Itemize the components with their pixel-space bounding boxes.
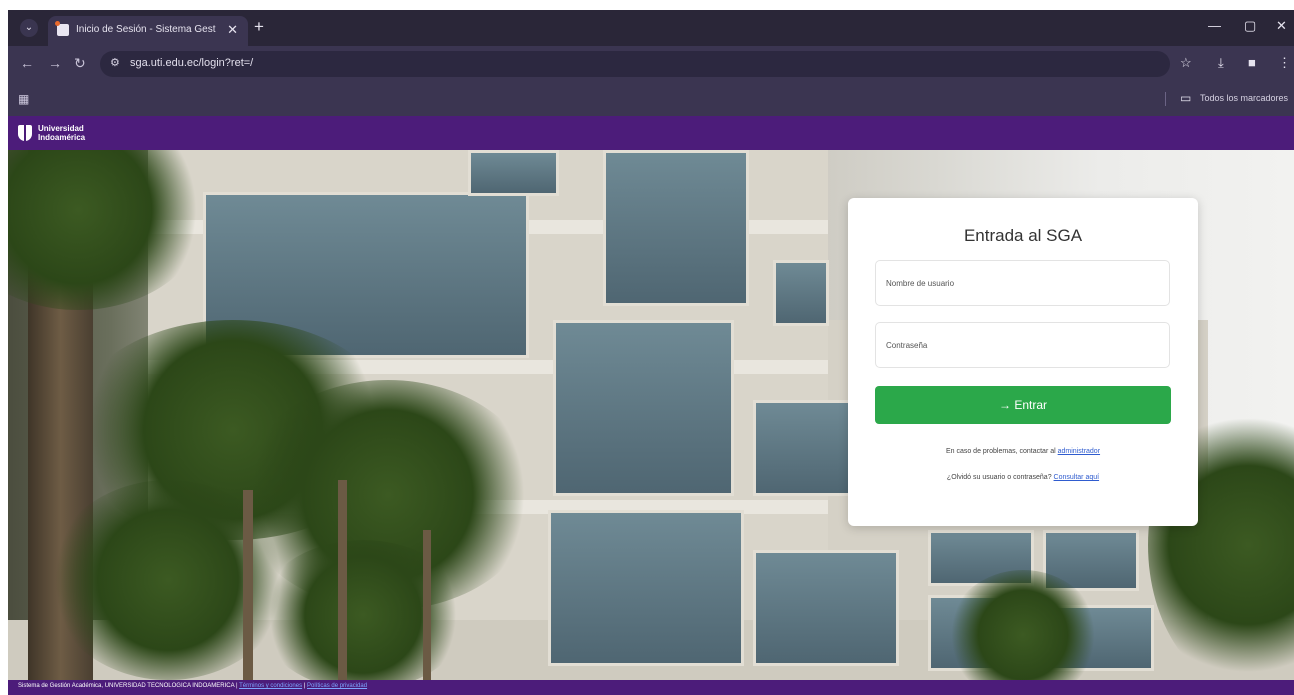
bookmarks-divider [1165, 92, 1166, 106]
consult-here-link[interactable]: Consultar aquí [1054, 474, 1100, 481]
url-text: sga.uti.edu.ec/login?ret=/ [130, 57, 254, 69]
bookmark-star-icon[interactable]: ☆ [1180, 55, 1192, 71]
apps-grid-icon[interactable]: ▦ [18, 92, 29, 106]
restore-icon[interactable]: ▢ [1244, 18, 1256, 34]
tab-close-icon[interactable]: ✕ [227, 22, 238, 38]
all-bookmarks-link[interactable]: Todos los marcadores [1200, 93, 1288, 103]
web-page: Universidad Indoamérica Entrada al SGA N… [8, 116, 1294, 695]
problems-help-line: En caso de problemas, contactar al admin… [848, 448, 1198, 455]
footer-separator: | [303, 683, 306, 689]
university-logo-icon[interactable] [18, 125, 32, 141]
forgot-help-line: ¿Olvidó su usuario o contraseña? Consult… [848, 474, 1198, 481]
administrator-link[interactable]: administrador [1058, 448, 1100, 455]
tab-active[interactable]: Inicio de Sesión - Sistema Gest ✕ [48, 16, 248, 46]
tab-favicon-icon [55, 21, 69, 36]
folder-icon[interactable]: ▭ [1180, 91, 1191, 105]
password-input[interactable] [875, 322, 1170, 368]
university-logo-text[interactable]: Universidad Indoamérica [38, 124, 85, 142]
building-window [753, 550, 899, 666]
login-card: Entrada al SGA → Entrar En caso de probl… [848, 198, 1198, 526]
building-window [603, 150, 749, 306]
browser-toolbar: ← → ↻ ⚙ sga.uti.edu.ec/login?ret=/ ☆ ⤓ ■… [8, 46, 1294, 82]
palm-trunk [338, 480, 347, 680]
minimize-icon[interactable]: — [1208, 18, 1221, 33]
menu-dots-icon[interactable]: ⋮ [1278, 55, 1291, 71]
username-input[interactable] [875, 260, 1170, 306]
footer-copyright: Sistema de Gestión Académica, UNIVERSIDA… [18, 683, 238, 689]
shrub-foliage [258, 540, 468, 680]
tab-title: Inicio de Sesión - Sistema Gest [76, 24, 216, 35]
browser-window: ⌄ Inicio de Sesión - Sistema Gest ✕ + — … [8, 10, 1294, 695]
tab-strip: ⌄ Inicio de Sesión - Sistema Gest ✕ + — … [8, 10, 1294, 46]
building-window [548, 510, 744, 666]
close-window-icon[interactable]: ✕ [1276, 18, 1287, 34]
logo-line-2: Indoamérica [38, 133, 86, 142]
building-window [468, 150, 559, 196]
download-icon[interactable]: ⤓ [1218, 55, 1224, 71]
reload-icon[interactable]: ↻ [74, 55, 86, 72]
back-arrow-icon[interactable]: ← [20, 55, 34, 71]
building-window [553, 320, 734, 496]
privacy-link[interactable]: Políticas de privacidad [307, 683, 367, 689]
building-window [773, 260, 829, 326]
footer-line: Sistema de Gestión Académica, UNIVERSIDA… [18, 683, 367, 689]
building-window [753, 400, 854, 496]
palm-trunk [243, 490, 253, 680]
palm-trunk [423, 530, 431, 680]
bookmarks-bar: ▦ ▭ Todos los marcadores [8, 82, 1294, 117]
site-info-icon[interactable]: ⚙ [110, 56, 120, 69]
login-submit-button[interactable]: → Entrar [875, 386, 1171, 424]
brand-header: Universidad Indoamérica [8, 116, 1294, 150]
problems-text: En caso de problemas, contactar al [945, 448, 1056, 455]
forgot-text: ¿Olvidó su usuario o contraseña? [946, 474, 1052, 481]
extension-icon[interactable]: ■ [1248, 55, 1256, 70]
forward-arrow-icon[interactable]: → [48, 55, 62, 71]
address-bar[interactable]: ⚙ sga.uti.edu.ec/login?ret=/ [100, 51, 1170, 77]
tab-search-icon[interactable]: ⌄ [20, 19, 38, 37]
terms-link[interactable]: Términos y condiciones [239, 683, 302, 689]
new-tab-button[interactable]: + [254, 17, 264, 37]
logo-line-1: Universidad [38, 124, 84, 133]
page-footer: Sistema de Gestión Académica, UNIVERSIDA… [8, 680, 1294, 695]
login-title: Entrada al SGA [963, 226, 1083, 245]
